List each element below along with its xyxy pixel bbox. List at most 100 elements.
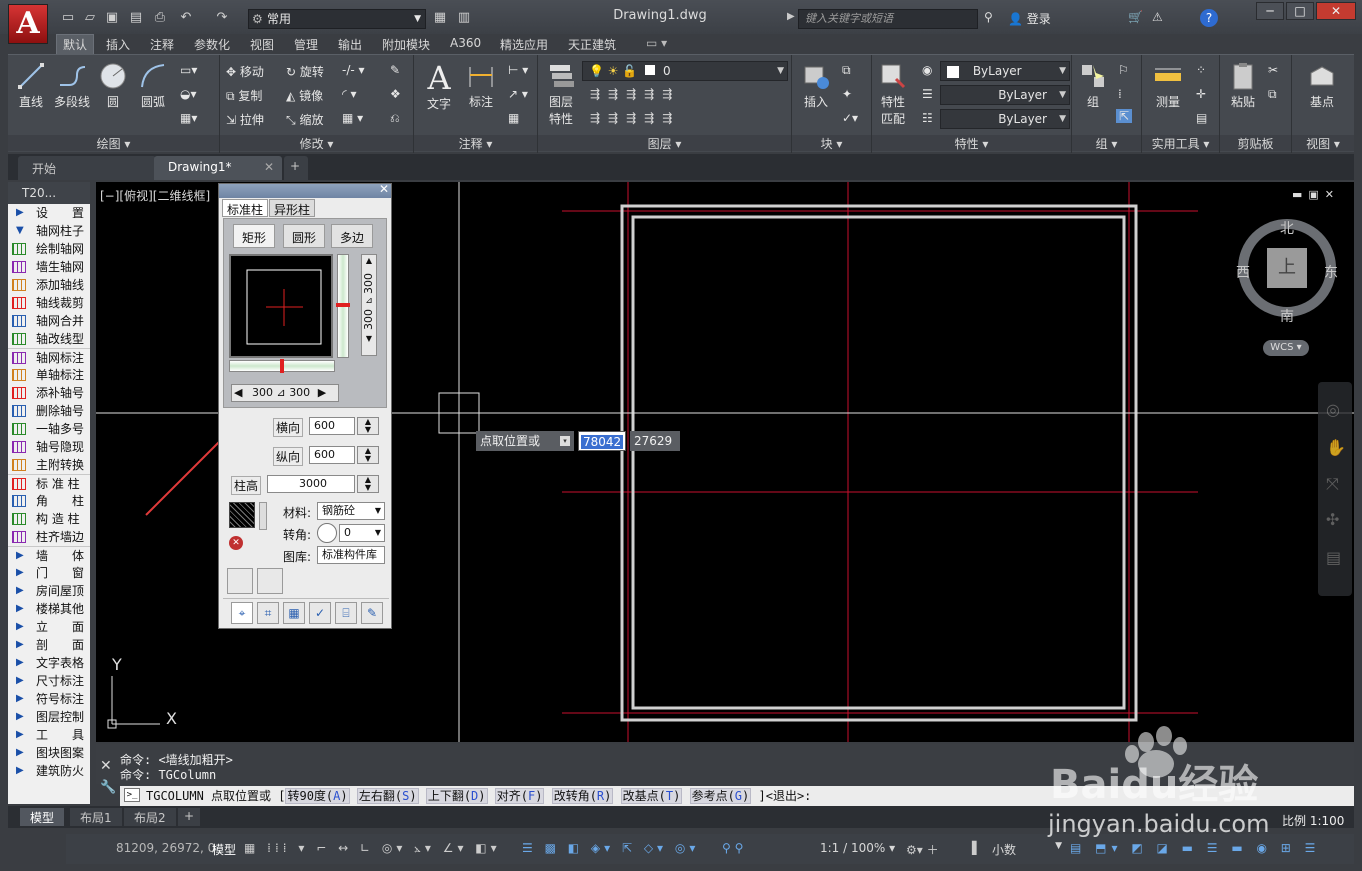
wrench-icon[interactable]: 🔧 [100, 780, 116, 795]
palette-item[interactable]: ▶ 楼梯其他 [8, 600, 90, 618]
tab-layout1[interactable]: 布局1 [70, 808, 122, 826]
command-option[interactable]: 对齐(F) [494, 788, 545, 804]
orbit-icon[interactable]: ✣ [1326, 510, 1339, 529]
axis-insert-icon[interactable]: ⌗ [257, 602, 279, 624]
slider-thumb[interactable] [280, 359, 284, 373]
horizontal-offset-slider[interactable] [229, 359, 335, 373]
replace-insert-icon[interactable]: ✓ [309, 602, 331, 624]
drafting-toggles[interactable]: ▦ ⁞⁞⁞ ▾ ⌐ ↔ ∟ ◎▾ ⦛▾ ∠▾ ◧▾ [244, 841, 501, 856]
viewcube-top-face[interactable]: 上 [1267, 248, 1307, 288]
palette-item[interactable]: ▶ 图块图案 [8, 744, 90, 762]
palette-item[interactable]: ▶ 剖 面 [8, 636, 90, 654]
align-insert-icon[interactable]: ⌸ [335, 602, 357, 624]
spacing-y-input[interactable]: 600 [309, 446, 355, 464]
circle-button[interactable]: 圆 [96, 61, 130, 110]
panel-annotation-title[interactable]: 注释 ▾ [414, 135, 537, 151]
tab-polygon[interactable]: 多边 [331, 224, 374, 248]
palette-item[interactable]: 删除轴号 [8, 402, 90, 420]
match-properties-button[interactable]: 特性 匹配 [876, 61, 910, 127]
command-input[interactable]: >_ TGCOLUMN 点取位置或 [转90度(A) 左右翻(S) 上下翻(D)… [120, 786, 1354, 806]
save-icon[interactable]: ▣ [104, 10, 120, 26]
copy-clip-icon[interactable]: ⧉ [1268, 87, 1277, 102]
hatch-icon[interactable]: ◒▾ [180, 87, 197, 101]
panel-clipboard-title[interactable]: 剪贴板 [1220, 135, 1291, 151]
command-prompt-icon[interactable]: >_ [124, 788, 140, 802]
spin-left-icon[interactable]: ◀ [234, 386, 242, 399]
viewport-controls[interactable]: [−][俯视][二维线框] [100, 187, 210, 204]
maximize-button[interactable]: □ [1286, 2, 1314, 20]
help-icon[interactable]: ? [1200, 9, 1218, 27]
panel-view-title[interactable]: 视图 ▾ [1292, 135, 1354, 151]
scale-button[interactable]: ⤡ 缩放 [286, 111, 323, 128]
palette-item[interactable]: 轴网标注 [8, 348, 90, 366]
palette-item[interactable]: 轴线裁剪 [8, 294, 90, 312]
cut-icon[interactable]: ✂ [1268, 63, 1278, 77]
leader-icon[interactable]: ↗ ▾ [508, 87, 528, 101]
palette-item[interactable]: 标 准 柱 [8, 474, 90, 492]
close-icon[interactable]: ✕ [379, 182, 389, 196]
array-icon[interactable]: ▦ ▾ [342, 111, 363, 125]
hatch-pattern-swatch[interactable] [229, 502, 255, 528]
panel-groups-title[interactable]: 组 ▾ [1072, 135, 1141, 151]
palette-title[interactable]: T20... [8, 182, 90, 204]
new-tab-button[interactable]: + [284, 156, 308, 180]
command-option[interactable]: 上下翻(D) [425, 788, 488, 804]
palette-item[interactable]: ▶ 尺寸标注 [8, 672, 90, 690]
compass-east[interactable]: 东 [1324, 262, 1338, 282]
dialog-titlebar[interactable]: ✕ [219, 182, 391, 198]
layer-properties-button[interactable]: 图层 特性 [544, 61, 578, 127]
horizontal-size-spinner[interactable]: ◀ 300 ⊿ 300 ▶ [231, 384, 339, 402]
palette-item[interactable]: ▶ 符号标注 [8, 690, 90, 708]
palette-item[interactable]: 添补轴号 [8, 384, 90, 402]
height-spinner[interactable]: ▲ ▼ [357, 475, 379, 493]
close-button[interactable]: ✕ [1316, 2, 1356, 20]
exchange-icon[interactable]: ⚠ [1152, 10, 1163, 24]
command-option[interactable]: 参考点(G) [689, 788, 752, 804]
pick-wall-column-icon[interactable] [227, 568, 253, 594]
move-button[interactable]: ✥ 移动 [226, 63, 264, 80]
ungroup-icon[interactable]: ⚐ [1118, 63, 1129, 77]
tab-special-column[interactable]: 异形柱 [269, 199, 316, 217]
spin-down-icon[interactable]: ▼ [362, 335, 376, 343]
options-arrow-icon[interactable]: ▾ [560, 436, 570, 446]
tab-a360[interactable]: A360 [450, 36, 481, 50]
tab-rectangle[interactable]: 矩形 [233, 224, 276, 248]
angle-select[interactable]: 0 ▼ [339, 524, 385, 542]
palette-item[interactable]: ▶ 工 具 [8, 726, 90, 744]
arc-button[interactable]: 圆弧 [136, 61, 170, 110]
coordinate-readout[interactable]: 81209, 26972, 0 [116, 841, 215, 855]
layer-state-icon[interactable]: ▦ [432, 10, 448, 26]
tab-output[interactable]: 输出 [338, 36, 362, 53]
hatch-scroll[interactable] [259, 502, 267, 530]
measure-button[interactable]: 测量 [1148, 61, 1188, 110]
offset-icon[interactable]: ⎌ [390, 111, 400, 126]
eyedropper-icon[interactable]: ✎ [361, 602, 383, 624]
palette-item[interactable]: ▼ 轴网柱子 [8, 222, 90, 240]
tab-layout2[interactable]: 布局2 [124, 808, 176, 826]
create-block-icon[interactable]: ⧉ [842, 63, 851, 78]
palette-item[interactable]: ▶ 门 窗 [8, 564, 90, 582]
explode-icon[interactable]: ❖ [390, 87, 401, 101]
trim-icon[interactable]: -/- ▾ [342, 63, 365, 77]
group-select-icon[interactable]: ⇱ [1116, 109, 1133, 123]
quick-properties-icon[interactable]: ▌ [972, 841, 981, 855]
minimize-button[interactable]: ─ [1256, 2, 1284, 20]
point-icon[interactable]: ⁘ [1196, 63, 1206, 77]
dynamic-input-x[interactable]: 78042 [578, 431, 626, 451]
tab-addins[interactable]: 附加模块 [382, 36, 430, 53]
material-select[interactable]: 钢筋砼 ▼ [317, 502, 385, 520]
attribute-icon[interactable]: ✓▾ [842, 111, 858, 125]
library-button[interactable]: 标准构件库 [317, 546, 385, 564]
clear-hatch-icon[interactable]: ✕ [229, 536, 243, 550]
group-edit-icon[interactable]: ⁞ [1118, 87, 1122, 101]
panel-layers-title[interactable]: 图层 ▾ [538, 135, 791, 151]
compass-west[interactable]: 西 [1236, 262, 1250, 282]
palette-item[interactable]: 一轴多号 [8, 420, 90, 438]
height-input[interactable]: 3000 [267, 475, 355, 493]
tab-annotate[interactable]: 注释 [150, 36, 174, 53]
compass-north[interactable]: 北 [1280, 218, 1294, 238]
table-icon[interactable]: ▦ [508, 111, 519, 125]
base-view-button[interactable]: 基点 [1302, 61, 1342, 110]
lineweight-dropdown[interactable]: ByLayer ▼ [940, 109, 1070, 129]
polyline-button[interactable]: 多段线 [50, 61, 94, 110]
